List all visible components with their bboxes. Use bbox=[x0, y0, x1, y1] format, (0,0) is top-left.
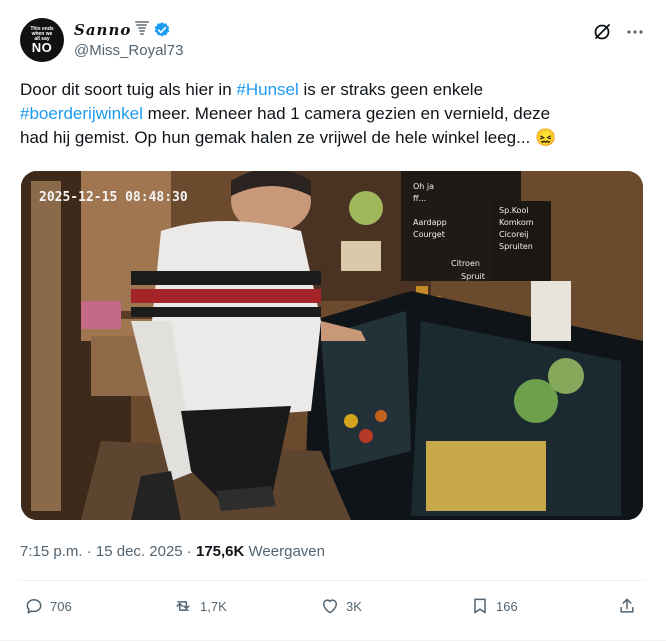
bookmark-count: 166 bbox=[496, 598, 518, 614]
svg-text:Komkom: Komkom bbox=[499, 218, 534, 227]
svg-text:Aardapp: Aardapp bbox=[413, 218, 447, 227]
like-count: 3K bbox=[346, 598, 362, 614]
reply-count: 706 bbox=[50, 598, 72, 614]
tweet-card: This ends when we all say NO Sanno @Miss… bbox=[0, 0, 666, 643]
svg-text:Oh ja: Oh ja bbox=[413, 182, 434, 191]
verified-badge-icon[interactable] bbox=[153, 21, 171, 39]
svg-text:Spruiten: Spruiten bbox=[499, 242, 533, 251]
tweet-media-image[interactable]: Oh ja ff... Sp.Kool Komkom Cicoreij Spru… bbox=[21, 171, 643, 520]
tweet-text-segment: Door dit soort tuig als hier in bbox=[20, 80, 237, 99]
tornado-icon bbox=[135, 20, 150, 41]
like-button[interactable]: 3K bbox=[320, 596, 362, 616]
hashtag-link[interactable]: #boerderijwinkel bbox=[20, 104, 143, 123]
bookmark-icon bbox=[470, 596, 490, 616]
meta-separator: · bbox=[82, 543, 96, 560]
repost-button[interactable]: 1,7K bbox=[172, 596, 227, 616]
meta-separator: · bbox=[182, 543, 196, 560]
tweet-meta: 7:15 p.m. · 15 dec. 2025 · 175,6K Weerga… bbox=[20, 543, 325, 560]
avatar[interactable]: This ends when we all say NO bbox=[20, 18, 64, 62]
heart-icon bbox=[320, 596, 340, 616]
share-icon bbox=[617, 596, 637, 616]
hashtag-link[interactable]: #Hunsel bbox=[236, 80, 298, 99]
bookmark-button[interactable]: 166 bbox=[470, 596, 518, 616]
repost-icon bbox=[172, 596, 194, 616]
svg-text:Cicoreij: Cicoreij bbox=[499, 230, 529, 239]
tweet-date[interactable]: 15 dec. 2025 bbox=[96, 543, 183, 560]
reply-icon bbox=[24, 596, 44, 616]
avatar-no-text: NO bbox=[31, 40, 53, 55]
action-bar: 706 1,7K 3K 166 bbox=[20, 592, 646, 626]
svg-text:Sp.Kool: Sp.Kool bbox=[499, 206, 529, 215]
tweet-text-segment: is er straks geen enkele bbox=[303, 80, 484, 99]
cctv-still-image: Oh ja ff... Sp.Kool Komkom Cicoreij Spru… bbox=[21, 171, 643, 520]
tweet-text: Door dit soort tuig als hier in #Hunsel … bbox=[20, 78, 650, 150]
svg-text:Citroen: Citroen bbox=[451, 259, 480, 268]
cctv-timestamp: 2025-12-15 08:48:30 bbox=[39, 190, 188, 205]
share-button[interactable] bbox=[617, 596, 637, 616]
divider bbox=[20, 580, 646, 581]
grok-icon[interactable] bbox=[592, 22, 612, 42]
repost-count: 1,7K bbox=[200, 598, 227, 614]
svg-text:Courget: Courget bbox=[413, 230, 445, 239]
confounded-face-emoji: 😖 bbox=[535, 128, 557, 147]
divider bbox=[0, 640, 666, 641]
tweet-time[interactable]: 7:15 p.m. bbox=[20, 543, 83, 560]
reply-button[interactable]: 706 bbox=[24, 596, 72, 616]
svg-text:ff...: ff... bbox=[413, 194, 426, 203]
svg-text:Spruit: Spruit bbox=[461, 272, 485, 281]
views-label: Weergaven bbox=[248, 543, 325, 560]
author-handle[interactable]: @Miss_Royal73 bbox=[74, 42, 183, 59]
author-name-row: Sanno bbox=[74, 20, 171, 40]
tweet-top-actions bbox=[592, 22, 644, 42]
more-options-icon[interactable] bbox=[626, 23, 644, 41]
display-name[interactable]: Sanno bbox=[74, 21, 131, 39]
views-count: 175,6K bbox=[195, 543, 245, 560]
